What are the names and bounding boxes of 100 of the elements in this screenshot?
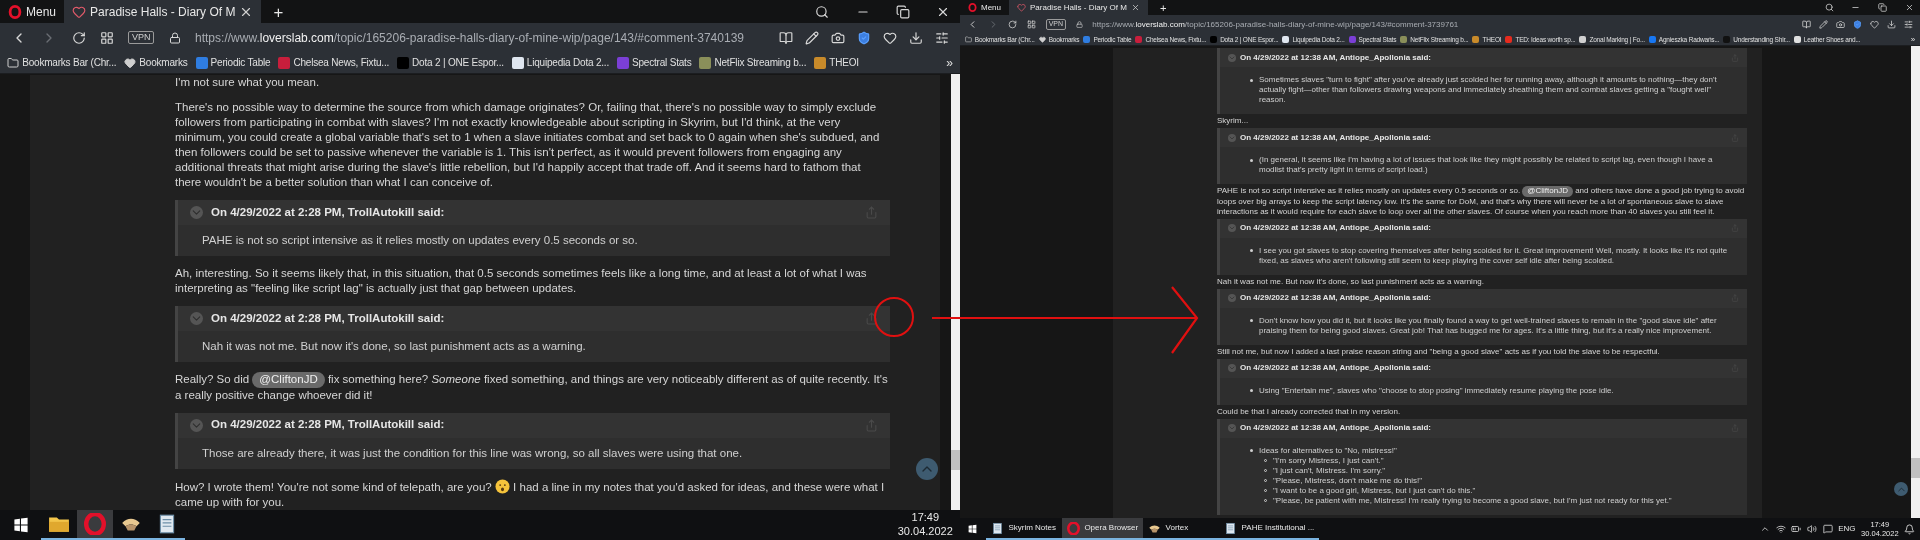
- network-icon[interactable]: [1775, 524, 1786, 534]
- taskbar-app-button[interactable]: Opera Browser: [1061, 518, 1143, 540]
- bullet-icon: [1250, 158, 1253, 162]
- lock-icon: [168, 31, 181, 44]
- quote-author-header: On 4/29/2022 at 12:38 AM, Antiope_Apollonia said:: [1240, 292, 1431, 305]
- opera-logo-icon: [1066, 521, 1080, 535]
- taskbar-clock[interactable]: 17:49 30.04.2022: [897, 511, 953, 539]
- quote-author-header: On 4/29/2022 at 12:38 AM, Antiope_Apollonia said:: [1240, 131, 1431, 144]
- scrollbar-thumb[interactable]: [1911, 458, 1920, 478]
- book-icon[interactable]: [1801, 20, 1811, 29]
- taskbar-app-button[interactable]: Skyrim Notes: [985, 518, 1062, 540]
- opera-menu-button[interactable]: Menu: [0, 0, 65, 23]
- share-icon[interactable]: [865, 312, 878, 325]
- quote-text: I see you got slaves to stop covering themselves after being scolded for it. Great improvement! Well, mostly. It looks like it's not quite fixed, as slaves who aren't following still seem to keep playing the cover self idle after being scolded.: [1259, 245, 1729, 266]
- reload-icon[interactable]: [1008, 20, 1018, 29]
- quote-author-header: On 4/29/2022 at 2:28 PM, TrollAutokill said:: [211, 310, 445, 326]
- vpn-badge[interactable]: VPN: [128, 30, 155, 45]
- browser-tab[interactable]: Paradise Halls - Diary Of M: [64, 0, 262, 23]
- scrollbar-track[interactable]: [951, 74, 960, 510]
- scroll-to-top-button[interactable]: [1894, 482, 1908, 496]
- camera-icon[interactable]: [1835, 20, 1845, 29]
- bookmark-link[interactable]: Liquipedia Dota 2...: [511, 55, 610, 70]
- settings-icon[interactable]: [935, 30, 950, 45]
- url-text[interactable]: https://www.loverslab.com/topic/165206-paradise-halls-diary-of-mine-wip/page/143/#comment-3740139: [195, 28, 744, 47]
- quote-text: "I just can't, Mistress. I'm sorry.": [1273, 465, 1386, 476]
- reload-icon[interactable]: [71, 30, 86, 45]
- download-icon[interactable]: [909, 30, 924, 45]
- quote-text: "Please, be patient with me, Mistress! I'm really trying to become a good slave, but I'm just not ready for this yet.": [1273, 495, 1672, 506]
- more-bookmarks-button[interactable]: »: [946, 53, 953, 72]
- lock-icon: [1075, 21, 1083, 28]
- heart-favicon-icon: [1017, 3, 1026, 12]
- notification-icon[interactable]: [1904, 523, 1916, 535]
- book-icon[interactable]: [779, 30, 794, 45]
- search-icon[interactable]: [815, 4, 830, 19]
- shield-icon[interactable]: [857, 30, 872, 45]
- heart-icon[interactable]: [1869, 20, 1879, 29]
- scrollbar-thumb[interactable]: [951, 450, 960, 470]
- opera-logo-icon: [968, 3, 977, 12]
- bookmark-link[interactable]: NetFlix Streaming b...: [699, 55, 807, 70]
- new-tab-button[interactable]: +: [1147, 0, 1179, 15]
- quote-text: "I want to be a good girl, Mistress, but I just can't do this.": [1273, 485, 1476, 496]
- folder-icon: [964, 36, 972, 43]
- grid-icon[interactable]: [1026, 20, 1036, 29]
- bullet-icon: [1250, 389, 1253, 393]
- more-bookmarks-button[interactable]: »: [1910, 33, 1916, 46]
- download-icon[interactable]: [1886, 20, 1896, 29]
- browser-tab[interactable]: Paradise Halls - Diary Of M: [1009, 0, 1148, 15]
- heart-icon[interactable]: [883, 30, 898, 45]
- chat-icon[interactable]: [1822, 524, 1833, 534]
- bookmark-link[interactable]: Dota 2 | ONE Espor...: [397, 55, 504, 70]
- annotation-circle: [873, 296, 915, 338]
- url-text[interactable]: https://www.loverslab.com/topic/165206-paradise-halls-diary-of-mine-wip/page/143/#comment-3739761: [1092, 18, 1459, 31]
- heart-icon: [124, 56, 137, 69]
- tray-chevron-icon[interactable]: [1760, 524, 1771, 534]
- camera-icon[interactable]: [831, 30, 846, 45]
- close-icon[interactable]: [1904, 3, 1914, 12]
- heart-icon: [1038, 36, 1046, 43]
- restore-icon[interactable]: [896, 4, 910, 19]
- close-tab-icon[interactable]: [1130, 3, 1140, 12]
- search-icon[interactable]: [1824, 3, 1834, 12]
- bookmark-link[interactable]: Periodic Table: [195, 55, 271, 70]
- quote-text: (In general, it seems like I'm having a lot of issues that look like they might possibly be related to script lag, even though I have a modlist that's pretty light in terms of script load.): [1259, 155, 1714, 175]
- bullet-icon: [1250, 319, 1253, 323]
- quote-author-header: On 4/29/2022 at 12:38 AM, Antiope_Apollonia said:: [1240, 222, 1431, 235]
- new-tab-button[interactable]: +: [261, 0, 296, 23]
- grid-icon[interactable]: [99, 30, 114, 45]
- quote-text: "I'm sorry Mistress, I just can't.": [1273, 455, 1384, 466]
- pencil-icon[interactable]: [1818, 20, 1828, 29]
- language-indicator[interactable]: ENG: [1838, 523, 1856, 535]
- surprised-face-emoji-icon: [494, 478, 510, 494]
- battery-icon[interactable]: [1791, 524, 1802, 534]
- bookmark-link[interactable]: Bookmarks Bar (Chr...: [7, 55, 117, 70]
- pencil-icon[interactable]: [805, 30, 820, 45]
- post-paragraph: I'm not sure what you mean.: [175, 75, 321, 90]
- scrollbar-track[interactable]: [1911, 46, 1920, 518]
- shield-icon[interactable]: [1852, 20, 1862, 29]
- post-paragraph: Nah it was not me. But now it's done, so last punishment acts as a warning.: [1217, 276, 1485, 287]
- bookmark-link[interactable]: Bookmarks: [124, 55, 188, 70]
- post-paragraph: Skyrim...: [1217, 116, 1250, 126]
- taskbar-app-button[interactable]: PAHE Institutional ...: [1218, 518, 1320, 540]
- taskbar-app-button[interactable]: Vortex: [1142, 518, 1219, 540]
- post-paragraph: How? I wrote them! You're not some kind of telepath, are you? I had a line in my notes that you'd asked for ideas, and these were what I came up with for you.: [175, 478, 886, 510]
- post-paragraph: Ah, interesting. So it seems likely that, in this situation, that 0.5 seconds sometimes feels like a long time, and at least a lot of what I was interpreting as "feeling like script lag" is actually just that gap between updates.: [175, 266, 868, 296]
- post-paragraph: There's no possible way to determine the source from which damage originates? Or, failing that, there's no possible way to simply exclude followers from participating in combat with slaves? I'm not exactly knowledgeable about scripting in Skyrim, but I'd think, at the very minimum, you could create a global variable that's set to 1 when a slave initiates combat and set back to 0 again when she's subdued, and then followers could be set to passive whenever the variable is 1. This isn't perfect, as it would prevent followers from engaging any additional threats that might arise during the slave's little rebellion, but I'd happily accept that trade off. And it seems hard to fathom that there wouldn't be a better solution than what I can conceive of.: [175, 100, 881, 190]
- user-mention-link[interactable]: @CliftonJD: [1522, 186, 1573, 197]
- user-mention-link[interactable]: @CliftonJD: [252, 372, 325, 388]
- bookmark-link[interactable]: Spectral Stats: [617, 55, 692, 70]
- bullet-icon: [1250, 449, 1253, 453]
- quote-text: PAHE is not so script intensive as it relies mostly on updates every 0.5 seconds or so.: [202, 233, 639, 248]
- quote-text: Don't know how you did it, but it looks like you finally found a way to get well-trained slaves to remain in the "good slave idle" after praising them for being good slaves. Great job! That has bugged me for ages. It's a little thing, but it's a really nice improvement.: [1259, 315, 1718, 336]
- heart-favicon-icon: [72, 4, 87, 19]
- settings-icon[interactable]: [1903, 20, 1913, 29]
- opera-menu-button[interactable]: Menu: [960, 0, 1009, 15]
- quote-text: Using "Entertain me", slaves who "choose to stop posing" immediately resume playing the pose idle.: [1259, 385, 1614, 396]
- bookmark-link[interactable]: Chelsea News, Fixtu...: [278, 55, 390, 70]
- taskbar-app-button[interactable]: [77, 510, 114, 540]
- volume-icon[interactable]: [1806, 524, 1817, 534]
- folder-icon: [7, 56, 20, 69]
- bookmark-link[interactable]: THEOI: [814, 55, 859, 70]
- quote-author-header: On 4/29/2022 at 2:28 PM, TrollAutokill said:: [211, 204, 445, 220]
